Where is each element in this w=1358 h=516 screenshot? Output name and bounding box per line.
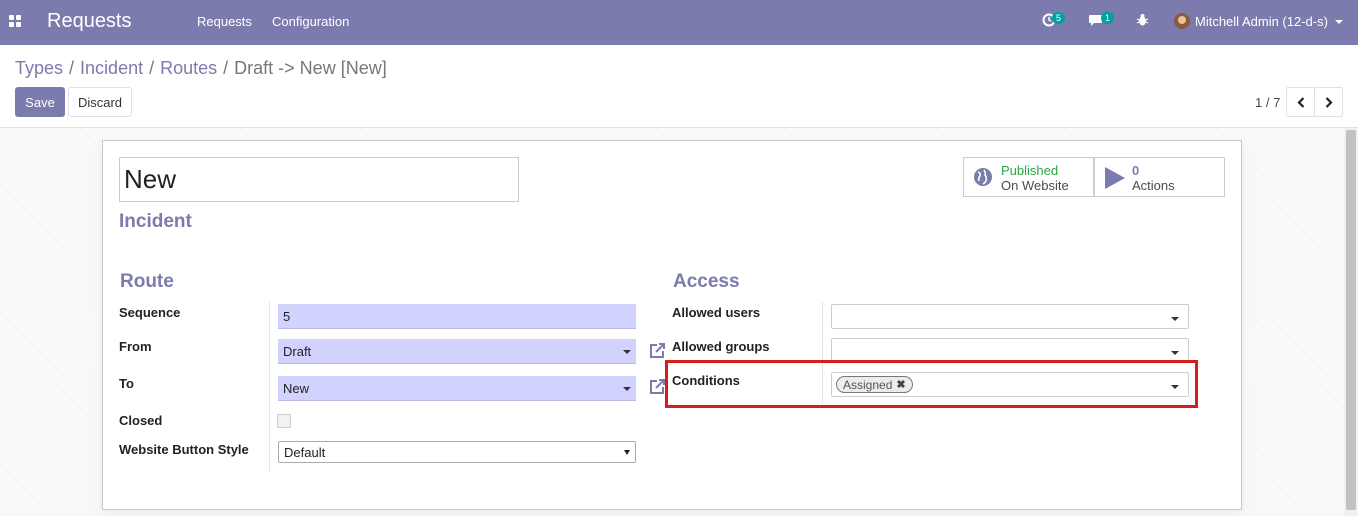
debug-bug-icon[interactable]: [1136, 13, 1149, 27]
pager-next-button[interactable]: [1314, 87, 1343, 117]
actions-label: Actions: [1132, 178, 1175, 193]
user-avatar[interactable]: [1174, 13, 1190, 29]
route-group-title: Route: [120, 271, 174, 292]
website-button-style-value: Default: [284, 444, 326, 460]
allowed-groups-label: Allowed groups: [672, 339, 770, 354]
breadcrumb-current: Draft -> New [New]: [234, 58, 387, 78]
published-label: Published: [1001, 163, 1059, 178]
breadcrumb-types[interactable]: Types: [15, 58, 63, 78]
website-button-style-label: Website Button Style: [119, 442, 249, 457]
external-link-icon[interactable]: [647, 377, 667, 397]
name-field[interactable]: New: [119, 157, 519, 202]
highlight-box: [665, 360, 1198, 408]
chevron-left-icon: [1296, 96, 1304, 108]
external-link-icon[interactable]: [647, 341, 667, 361]
save-button[interactable]: Save: [15, 87, 65, 117]
sequence-label: Sequence: [119, 305, 181, 320]
published-stat-button[interactable]: Published On Website: [963, 157, 1094, 197]
actions-stat-button[interactable]: 0 Actions: [1094, 157, 1225, 197]
allowed-users-input[interactable]: [831, 304, 1189, 329]
message-count-badge: 1: [1101, 12, 1115, 24]
actions-count: 0: [1132, 163, 1140, 178]
from-select[interactable]: Draft: [278, 339, 636, 364]
from-label: From: [119, 339, 152, 354]
from-value: Draft: [283, 343, 312, 359]
pager-value[interactable]: 1 / 7: [1255, 95, 1280, 110]
allowed-users-label: Allowed users: [672, 305, 761, 320]
sequence-input[interactable]: 5: [278, 304, 636, 329]
on-website-label: On Website: [1001, 178, 1069, 193]
chevron-right-icon: [1325, 96, 1333, 108]
caret-down-icon: [623, 350, 631, 354]
play-icon: [1105, 167, 1125, 189]
discard-button[interactable]: Discard: [68, 87, 132, 117]
scrollbar-thumb[interactable]: [1346, 130, 1356, 510]
breadcrumb-routes[interactable]: Routes: [160, 58, 217, 78]
globe-icon: [974, 168, 992, 186]
menu-configuration[interactable]: Configuration: [272, 14, 349, 29]
top-navbar: Requests Requests Configuration 5 1 Mitc…: [0, 0, 1358, 45]
to-value: New: [283, 380, 310, 396]
pager-previous-button[interactable]: [1286, 87, 1315, 117]
request-type-title: Incident: [119, 211, 192, 232]
menu-requests[interactable]: Requests: [197, 14, 252, 29]
user-menu[interactable]: Mitchell Admin (12-d-s): [1195, 14, 1328, 29]
caret-down-icon: [1171, 317, 1179, 321]
caret-down-icon: [1171, 351, 1179, 355]
breadcrumb-incident[interactable]: Incident: [80, 58, 143, 78]
to-label: To: [119, 376, 134, 391]
breadcrumb: Types / Incident / Routes / Draft -> New [New]: [15, 58, 387, 78]
caret-down-icon: [623, 387, 631, 391]
closed-checkbox[interactable]: [277, 414, 291, 428]
route-label-separator: [269, 302, 270, 472]
app-title: Requests: [47, 10, 132, 32]
access-group-title: Access: [673, 271, 740, 292]
caret-down-icon[interactable]: [1335, 20, 1343, 24]
apps-menu-icon[interactable]: [9, 15, 21, 27]
website-button-style-select[interactable]: Default: [278, 441, 636, 463]
to-select[interactable]: New: [278, 376, 636, 401]
activity-count-badge: 5: [1052, 12, 1066, 24]
select-arrow-icon: [624, 450, 630, 455]
closed-label: Closed: [119, 413, 163, 428]
